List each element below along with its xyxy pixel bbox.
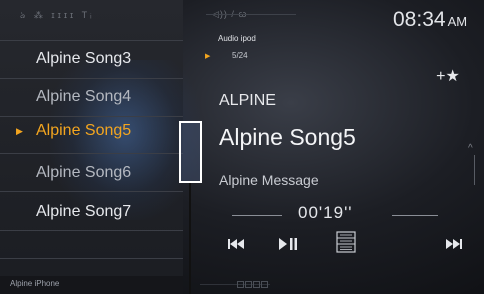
list-item-label: Alpine Song6 — [36, 164, 132, 181]
head-unit-screen: ঌ ⁂ ɪɪɪɪ Tᵢ Alpine Song3 Alpine Song4 ▶ … — [0, 0, 484, 294]
scroll-up-icon[interactable]: ^ — [468, 143, 473, 154]
song-title: Alpine Song5 — [219, 124, 356, 150]
scroll-track[interactable] — [474, 155, 475, 185]
list-item-label: Alpine Song5 — [36, 122, 132, 139]
list-divider — [0, 191, 183, 192]
add-favorite-button[interactable]: +★ — [431, 65, 465, 89]
browse-mode-icon — [336, 231, 356, 253]
list-item-song4[interactable]: Alpine Song4 — [0, 78, 183, 116]
list-item-label: Alpine Song3 — [36, 50, 132, 67]
list-item-label: Alpine Song7 — [36, 203, 132, 220]
page-dot — [261, 281, 268, 288]
skip-next-button[interactable] — [442, 234, 466, 254]
source-label: Audio ipod — [218, 34, 256, 43]
artist-name: ALPINE — [219, 92, 276, 109]
play-pause-button[interactable] — [275, 234, 301, 254]
clock-time: 08:34 — [393, 8, 446, 31]
callout-highlight-box — [179, 121, 202, 183]
skip-previous-button[interactable] — [224, 234, 248, 254]
list-item-song6[interactable]: Alpine Song6 — [0, 154, 183, 192]
skip-previous-icon — [228, 239, 244, 249]
playing-state-icon: ▶ — [205, 53, 211, 60]
callout-leader-line — [189, 183, 191, 294]
header-rule — [206, 14, 296, 15]
album-name: Alpine Message — [219, 172, 319, 188]
page-dot — [245, 281, 252, 288]
list-divider — [0, 258, 183, 259]
progress-rule-right — [392, 215, 438, 216]
elapsed-time: 00'19'' — [298, 203, 353, 222]
browse-mode-button[interactable] — [334, 231, 358, 253]
play-pause-icon — [279, 238, 297, 250]
list-item-song7[interactable]: Alpine Song7 — [0, 193, 183, 231]
list-divider — [0, 230, 183, 231]
now-playing-marker-icon: ▶ — [16, 125, 23, 136]
skip-next-icon — [446, 239, 462, 249]
device-name: Alpine iPhone — [10, 279, 60, 288]
list-item-label: Alpine Song4 — [36, 88, 132, 105]
page-indicator — [237, 281, 268, 288]
track-count: 5/24 — [232, 51, 248, 60]
progress-rule-left — [232, 215, 282, 216]
list-item-song5[interactable]: ▶ Alpine Song5 — [0, 112, 183, 150]
status-icons: ঌ ⁂ ɪɪɪɪ Tᵢ — [20, 10, 95, 20]
list-item-song3[interactable]: Alpine Song3 — [0, 40, 183, 78]
clock: 08:34 AM — [393, 8, 467, 32]
page-dot — [237, 281, 244, 288]
page-dot — [253, 281, 260, 288]
clock-ampm: AM — [447, 14, 468, 29]
